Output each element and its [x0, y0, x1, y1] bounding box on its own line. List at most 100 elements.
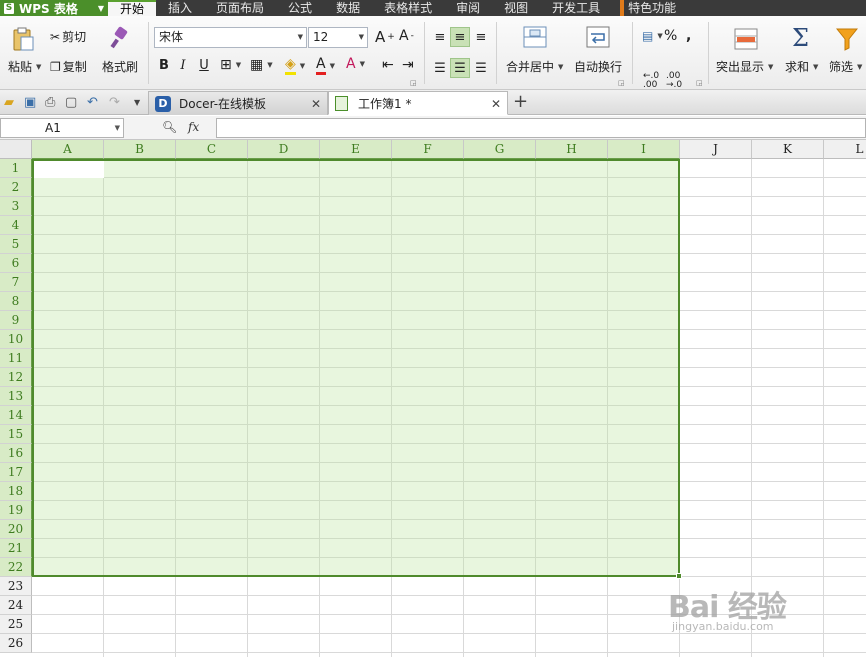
align-middle-button[interactable]: ≡	[450, 27, 470, 47]
zoom-search-icon[interactable]: 🔍︎	[162, 120, 177, 134]
font-name-select[interactable]: 宋体 ▼	[154, 27, 307, 48]
row-header[interactable]: 26	[0, 634, 32, 653]
row-header[interactable]: 21	[0, 539, 32, 558]
row-header[interactable]: 20	[0, 520, 32, 539]
column-header[interactable]: D	[248, 140, 320, 159]
row-header[interactable]: 8	[0, 292, 32, 311]
align-right-button[interactable]: ☰	[471, 58, 491, 78]
percent-button[interactable]: %	[664, 28, 677, 44]
row-header[interactable]: 5	[0, 235, 32, 254]
column-header[interactable]: H	[536, 140, 608, 159]
filter-icon[interactable]	[836, 27, 858, 51]
column-header[interactable]: J	[680, 140, 752, 159]
tab-view[interactable]: 视图	[492, 0, 540, 16]
paste-icon[interactable]	[10, 26, 36, 52]
column-header[interactable]: G	[464, 140, 536, 159]
row-header[interactable]: 11	[0, 349, 32, 368]
tab-home[interactable]: 开始	[108, 0, 157, 16]
active-cell[interactable]	[34, 161, 104, 178]
row-header[interactable]: 12	[0, 368, 32, 387]
align-bottom-button[interactable]: ≡	[471, 27, 491, 47]
tab-formulas[interactable]: 公式	[276, 0, 324, 16]
clear-format-button[interactable]: A ▼	[346, 56, 365, 72]
sum-icon[interactable]: Σ	[792, 24, 809, 52]
alignment-dialog-launcher-icon[interactable]: ◲	[618, 79, 625, 87]
close-icon[interactable]: ✕	[491, 97, 501, 111]
comma-button[interactable]: ,	[686, 28, 691, 44]
name-box[interactable]: A1 ▼	[0, 118, 124, 138]
column-header[interactable]: E	[320, 140, 392, 159]
italic-button[interactable]: I	[173, 55, 193, 75]
print-icon[interactable]: ⎙	[45, 95, 59, 110]
column-header[interactable]: A	[32, 140, 104, 159]
row-header[interactable]: 1	[0, 159, 32, 178]
row-header[interactable]: 3	[0, 197, 32, 216]
increase-font-icon[interactable]: A +	[375, 28, 395, 46]
row-header[interactable]: 7	[0, 273, 32, 292]
customize-dropdown-icon[interactable]: ▼	[134, 98, 148, 112]
insert-function-button[interactable]: fx	[188, 120, 199, 134]
redo-icon[interactable]: ↷	[109, 95, 123, 110]
font-size-select[interactable]: 12 ▼	[308, 27, 368, 48]
decrease-decimal-button[interactable]: .00 →.0	[666, 72, 682, 90]
copy-button[interactable]: ❐ 复制	[50, 58, 87, 75]
column-header[interactable]: L	[824, 140, 866, 159]
tab-review[interactable]: 审阅	[444, 0, 492, 16]
app-menu-button[interactable]: S WPS 表格 ▼	[0, 0, 108, 16]
sum-button[interactable]: 求和 ▼	[785, 58, 818, 75]
tab-insert[interactable]: 插入	[156, 0, 204, 16]
font-color-button[interactable]: A ▼	[316, 56, 335, 75]
bold-button[interactable]: B	[154, 55, 174, 75]
align-left-button[interactable]: ☰	[430, 58, 450, 78]
currency-button[interactable]: ▤ ▼	[642, 29, 663, 43]
row-header[interactable]: 22	[0, 558, 32, 577]
highlight-icon[interactable]	[734, 28, 758, 50]
column-header[interactable]: C	[176, 140, 248, 159]
merge-center-button[interactable]: 合并居中 ▼	[506, 58, 563, 75]
tab-page-layout[interactable]: 页面布局	[204, 0, 276, 16]
tab-data[interactable]: 数据	[324, 0, 372, 16]
format-painter-button[interactable]: 格式刷	[102, 58, 138, 75]
row-header[interactable]: 6	[0, 254, 32, 273]
row-header[interactable]: 14	[0, 406, 32, 425]
row-header[interactable]: 23	[0, 577, 32, 596]
align-top-button[interactable]: ≡	[430, 27, 450, 47]
align-center-button[interactable]: ☰	[450, 58, 470, 78]
underline-button[interactable]: U	[194, 55, 214, 75]
paste-button[interactable]: 粘贴 ▼	[8, 58, 41, 75]
new-tab-icon[interactable]: +	[513, 91, 528, 112]
number-dialog-launcher-icon[interactable]: ◲	[696, 79, 703, 87]
row-header[interactable]: 24	[0, 596, 32, 615]
open-folder-icon[interactable]: ▰	[4, 95, 18, 110]
row-header[interactable]: 15	[0, 425, 32, 444]
column-header[interactable]: I	[608, 140, 680, 159]
select-all-corner[interactable]	[0, 140, 32, 159]
formula-input[interactable]	[216, 118, 866, 138]
decrease-indent-button[interactable]: ⇤	[382, 57, 394, 73]
increase-decimal-button[interactable]: ←.0.00	[643, 72, 659, 90]
row-header[interactable]: 17	[0, 463, 32, 482]
cut-button[interactable]: ✂ 剪切	[50, 28, 86, 45]
filter-button[interactable]: 筛选 ▼	[829, 58, 862, 75]
print-preview-icon[interactable]: ▢	[65, 95, 79, 110]
tab-special-features[interactable]: 特色功能	[620, 0, 688, 16]
increase-indent-button[interactable]: ⇥	[402, 57, 414, 73]
wrap-text-button[interactable]: 自动换行	[574, 58, 622, 75]
row-header[interactable]: 2	[0, 178, 32, 197]
close-icon[interactable]: ✕	[311, 97, 321, 111]
row-header[interactable]: 10	[0, 330, 32, 349]
row-header[interactable]: 18	[0, 482, 32, 501]
undo-icon[interactable]: ↶	[87, 95, 101, 110]
row-header[interactable]: 19	[0, 501, 32, 520]
tab-docer-templates[interactable]: D Docer-在线模板 ✕	[148, 91, 328, 115]
column-header[interactable]: B	[104, 140, 176, 159]
tab-developer[interactable]: 开发工具	[540, 0, 612, 16]
fill-color-button[interactable]: ◈ ▼	[285, 56, 305, 75]
merge-center-icon[interactable]	[523, 26, 547, 48]
font-dialog-launcher-icon[interactable]: ◲	[410, 79, 417, 87]
tab-table-style[interactable]: 表格样式	[372, 0, 444, 16]
row-header[interactable]: 4	[0, 216, 32, 235]
brush-icon[interactable]	[108, 26, 132, 50]
highlight-button[interactable]: 突出显示 ▼	[716, 58, 773, 75]
column-header[interactable]: F	[392, 140, 464, 159]
